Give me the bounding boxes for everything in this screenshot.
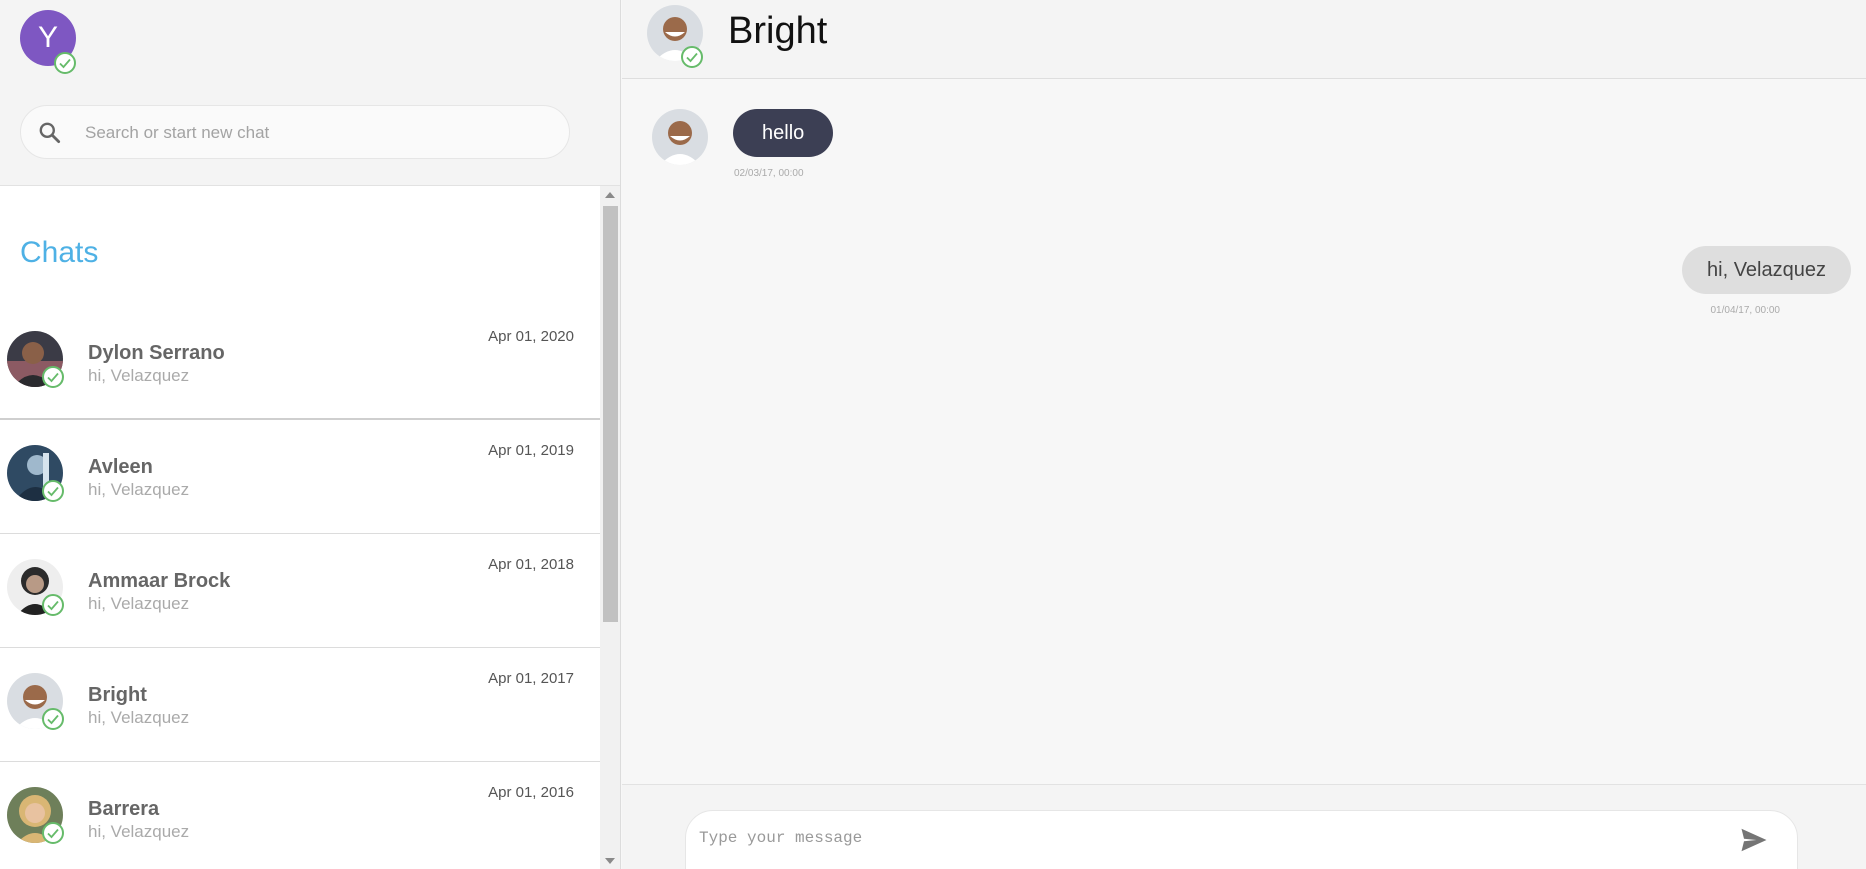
chat-list: Dylon Serrano hi, Velazquez Apr 01, 2020: [0, 306, 600, 869]
composer-bar: [622, 784, 1866, 869]
message-preview: hi, Velazquez: [88, 594, 190, 613]
search-input[interactable]: [85, 118, 545, 148]
chat-date: Apr 01, 2018: [488, 556, 574, 573]
chat-date: Apr 01, 2016: [488, 784, 574, 801]
chat-list-item[interactable]: Dylon Serrano hi, Velazquez Apr 01, 2020: [0, 306, 600, 420]
chats-heading: Chats: [20, 236, 99, 269]
chat-list-item[interactable]: Avleen hi, Velazquez Apr 01, 2019: [0, 420, 600, 534]
message-preview: hi, Velazquez: [88, 708, 190, 727]
online-status-icon: [42, 708, 64, 730]
my-avatar-initial: Y: [37, 21, 58, 54]
online-status-icon: [42, 480, 64, 502]
online-status-icon: [42, 366, 64, 388]
chat-list-item[interactable]: Barrera hi, Velazquez Apr 01, 2016: [0, 762, 600, 869]
online-status-icon: [42, 594, 64, 616]
contact-name: Barrera: [88, 798, 160, 820]
conversation-panel: Bright hello 02/03/17, 00:00 hi, Velazqu…: [622, 0, 1866, 869]
contact-name-title: Bright: [728, 10, 828, 52]
scroll-down-arrow-icon[interactable]: [605, 858, 615, 864]
chat-app: Y Chats: [0, 0, 1866, 869]
chat-list-item[interactable]: Bright hi, Velazquez Apr 01, 2017: [0, 648, 600, 762]
chat-date: Apr 01, 2020: [488, 328, 574, 345]
conversation-header: Bright: [622, 0, 1866, 79]
chat-list-scrollbar[interactable]: [600, 186, 620, 869]
chat-date: Apr 01, 2017: [488, 670, 574, 687]
online-status-icon: [54, 52, 76, 74]
outgoing-message-bubble: hi, Velazquez: [1682, 246, 1851, 294]
online-status-icon: [681, 46, 703, 68]
sender-avatar: [652, 109, 708, 165]
sidebar: Y Chats: [0, 0, 621, 869]
chat-list-panel: Chats Dylon Serrano hi, Velazquez Apr 01…: [0, 185, 620, 869]
contact-name: Dylon Serrano: [88, 342, 225, 364]
message-preview: hi, Velazquez: [88, 366, 190, 385]
message-timestamp: 02/03/17, 00:00: [734, 168, 804, 179]
send-icon[interactable]: [1739, 825, 1769, 855]
message-input[interactable]: [699, 823, 1719, 853]
online-status-icon: [42, 822, 64, 844]
scroll-up-arrow-icon[interactable]: [605, 192, 615, 198]
contact-name: Avleen: [88, 456, 153, 478]
search-icon[interactable]: [37, 120, 63, 146]
contact-name: Bright: [88, 684, 147, 706]
incoming-message-bubble: hello: [733, 109, 834, 157]
message-preview: hi, Velazquez: [88, 822, 190, 841]
message-composer: [685, 810, 1798, 869]
scrollbar-thumb[interactable]: [603, 206, 618, 622]
search-bar: [20, 105, 570, 159]
message-timestamp: 01/04/17, 00:00: [1710, 305, 1780, 316]
message-preview: hi, Velazquez: [88, 480, 190, 499]
contact-name: Ammaar Brock: [88, 570, 231, 592]
chat-list-item[interactable]: Ammaar Brock hi, Velazquez Apr 01, 2018: [0, 534, 600, 648]
chat-date: Apr 01, 2019: [488, 442, 574, 459]
